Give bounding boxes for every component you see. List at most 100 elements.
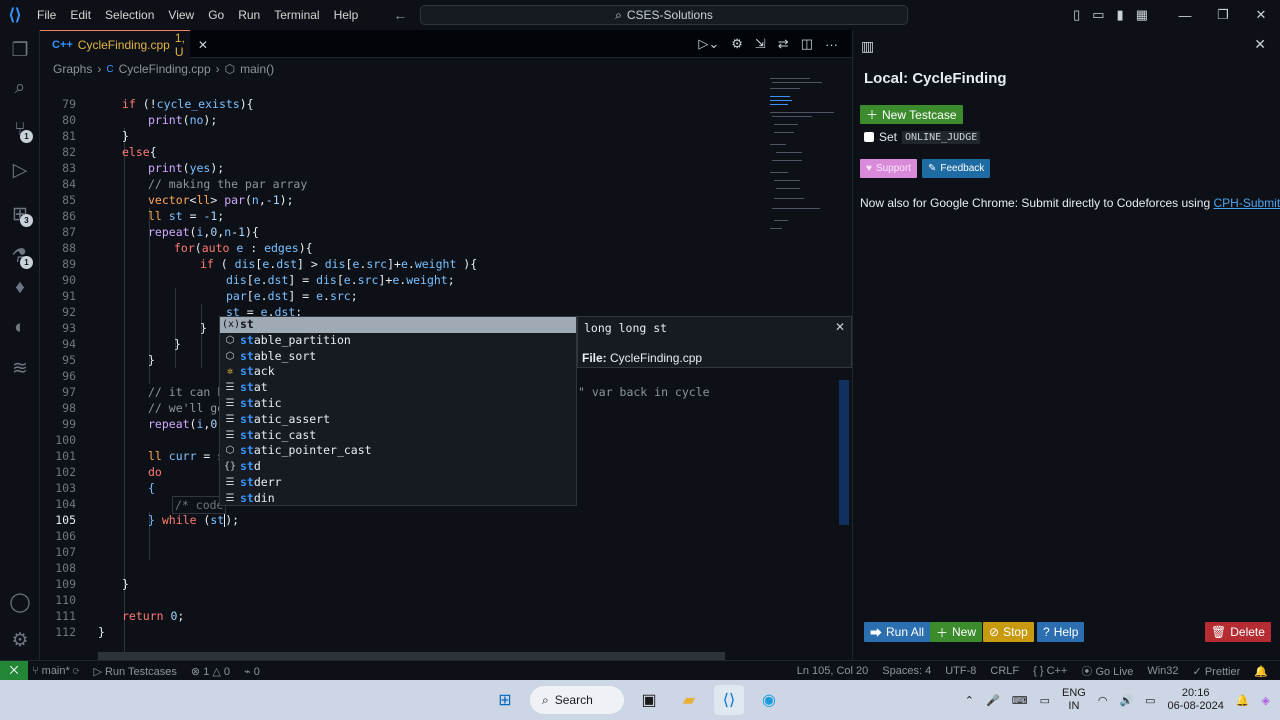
clock[interactable]: 20:16 06-08-2024 [1168, 687, 1224, 713]
suggest-item[interactable]: ⬡ st able_sort [220, 349, 576, 365]
go-live-button[interactable]: ⦿ Go Live [1081, 663, 1133, 679]
branch-indicator[interactable]: ⑂ main* ⟳ [32, 665, 79, 677]
menu-go[interactable]: Go [201, 0, 231, 30]
language-mode[interactable]: { } C++ [1033, 665, 1067, 677]
online-judge-checkbox[interactable] [864, 132, 874, 142]
suggest-item[interactable]: ☰ st din [220, 491, 576, 507]
breadcrumb-folder[interactable]: Graphs [53, 62, 92, 76]
help-button[interactable]: ? Help [1037, 622, 1085, 642]
remote-indicator-icon[interactable]: ⨉ [0, 661, 28, 681]
menu-help[interactable]: Help [327, 0, 366, 30]
platform-indicator[interactable]: Win32 [1147, 665, 1178, 677]
notification-bell-icon[interactable]: 🔔 [1236, 694, 1250, 707]
vscode-logo-icon[interactable]: ⟨⟩ [0, 0, 30, 30]
new-testcase-button[interactable]: ＋ New Testcase [860, 105, 963, 124]
new-button[interactable]: ＋ New [930, 622, 983, 642]
mongodb-leaf-icon[interactable]: ♦ [0, 270, 40, 306]
edge-browser-icon[interactable]: ◉ [754, 685, 784, 715]
source-control-icon[interactable]: ⑂ 1 [0, 112, 40, 148]
close-panel-icon[interactable]: ✕ [1254, 36, 1266, 53]
vertical-scrollbar[interactable] [839, 380, 849, 525]
menu-run[interactable]: Run [231, 0, 267, 30]
debug-gear-icon[interactable]: ⚙ [731, 36, 743, 52]
minimap[interactable] [768, 76, 840, 246]
cube-icon: ⬡ [224, 62, 236, 76]
vscode-taskbar-icon[interactable]: ⟨⟩ [714, 685, 744, 715]
suggest-item[interactable]: ☰ st atic_assert [220, 412, 576, 428]
explorer-icon[interactable]: ❐ [0, 32, 40, 68]
restore-icon[interactable]: ❐ [1204, 7, 1242, 23]
suggest-item-selected[interactable]: (x) st [220, 317, 576, 333]
remote-explorer-icon[interactable]: ◐ [0, 310, 40, 346]
suggest-item[interactable]: ⬡ st able_partition [220, 333, 576, 349]
indentation[interactable]: Spaces: 4 [882, 665, 931, 677]
title-bar: ⟨⟩ File Edit Selection View Go Run Termi… [0, 0, 1280, 30]
toggle-secondary-sidebar-icon[interactable]: ▮ [1117, 7, 1124, 23]
notifications-bell-icon[interactable]: 🔔 [1254, 665, 1268, 678]
customize-layout-icon[interactable]: ▦ [1136, 7, 1148, 23]
suggest-item[interactable]: {} st d [220, 459, 576, 475]
delete-button[interactable]: 🗑 Delete [1205, 622, 1271, 642]
suggest-item[interactable]: ⬡ st atic_pointer_cast [220, 443, 576, 459]
run-testcases-status[interactable]: ▷ Run Testcases [93, 665, 176, 678]
feedback-button[interactable]: ✎ Feedback [922, 159, 991, 178]
cursor-position[interactable]: Ln 105, Col 20 [797, 665, 869, 677]
breadcrumb-symbol[interactable]: main() [240, 62, 274, 76]
accounts-icon[interactable]: ◯ [0, 584, 40, 620]
menu-file[interactable]: File [30, 0, 63, 30]
toggle-panel-icon[interactable]: ▭ [1092, 7, 1104, 23]
volume-icon[interactable]: 🔊 [1119, 694, 1133, 707]
task-view-icon[interactable]: ▣ [634, 685, 664, 715]
command-center[interactable]: ⌕ CSES-Solutions [420, 5, 908, 25]
docker-icon[interactable]: ≋ [0, 350, 40, 386]
close-details-icon[interactable]: ✕ [835, 320, 845, 334]
support-button[interactable]: ♥ Support [860, 159, 917, 178]
menu-edit[interactable]: Edit [63, 0, 98, 30]
encoding[interactable]: UTF-8 [945, 665, 976, 677]
stop-button[interactable]: ⊘ Stop [983, 622, 1034, 642]
taskbar-search[interactable]: ⌕ Search [530, 686, 624, 714]
testing-icon[interactable]: ⚗ 1 [0, 238, 40, 274]
file-explorer-icon[interactable]: ▰ [674, 685, 704, 715]
suggest-item[interactable]: ✲ st ack [220, 364, 576, 380]
close-tab-icon[interactable]: ✕ [198, 38, 208, 52]
prettier-indicator[interactable]: ✓ Prettier [1193, 665, 1241, 678]
menu-selection[interactable]: Selection [98, 0, 161, 30]
show-hidden-icons-icon[interactable]: ⌃ [965, 694, 974, 707]
run-debug-icon[interactable]: ▷ [0, 152, 40, 188]
ports-indicator[interactable]: ⌁ 0 [244, 665, 260, 678]
split-editor-icon[interactable]: ◫ [801, 36, 813, 52]
extensions-icon[interactable]: ⊞ 3 [0, 196, 40, 232]
toggle-sidebar-icon[interactable]: ▯ [1073, 7, 1080, 23]
compare-icon[interactable]: ⇄ [778, 36, 789, 52]
back-arrow-icon[interactable]: ← [393, 7, 407, 23]
copilot-icon[interactable]: ◈ [1262, 694, 1270, 707]
onedrive-icon[interactable]: ▭ [1040, 694, 1050, 707]
more-actions-icon[interactable]: ··· [825, 37, 838, 52]
line-ending[interactable]: CRLF [990, 665, 1019, 677]
tab-cyclefinding[interactable]: C++ CycleFinding.cpp 1, U ✕ [40, 30, 208, 59]
run-code-icon[interactable]: ▷⌄ [698, 36, 719, 52]
search-view-icon[interactable]: ⌕ [0, 70, 40, 106]
minimize-icon[interactable]: — [1166, 8, 1204, 23]
wifi-icon[interactable]: ◠ [1098, 694, 1108, 707]
suggest-item[interactable]: ☰ st derr [220, 475, 576, 491]
close-window-icon[interactable]: ✕ [1242, 7, 1280, 23]
settings-gear-icon[interactable]: ⚙ [0, 622, 40, 658]
microphone-icon[interactable]: 🎤 [986, 694, 1000, 707]
suggest-item[interactable]: ☰ st atic_cast [220, 428, 576, 444]
suggest-item[interactable]: ☰ st at [220, 380, 576, 396]
horizontal-scrollbar[interactable] [98, 652, 725, 660]
breadcrumb-file[interactable]: CycleFinding.cpp [119, 62, 211, 76]
menu-view[interactable]: View [161, 0, 201, 30]
language-indicator[interactable]: ENG IN [1062, 687, 1086, 713]
battery-icon[interactable]: ▭ [1145, 694, 1155, 707]
suggest-item[interactable]: ☰ st atic [220, 396, 576, 412]
open-changes-icon[interactable]: ⇲ [755, 36, 766, 52]
menu-terminal[interactable]: Terminal [267, 0, 326, 30]
windows-start-icon[interactable]: ⊞ [490, 685, 520, 715]
keyboard-icon[interactable]: ⌨ [1012, 694, 1028, 707]
run-all-button[interactable]: ⮕ Run All [864, 622, 931, 642]
cph-submit-link[interactable]: CPH-Submit [1214, 196, 1280, 210]
problems-indicator[interactable]: ⊗ 1 △ 0 [191, 665, 230, 678]
